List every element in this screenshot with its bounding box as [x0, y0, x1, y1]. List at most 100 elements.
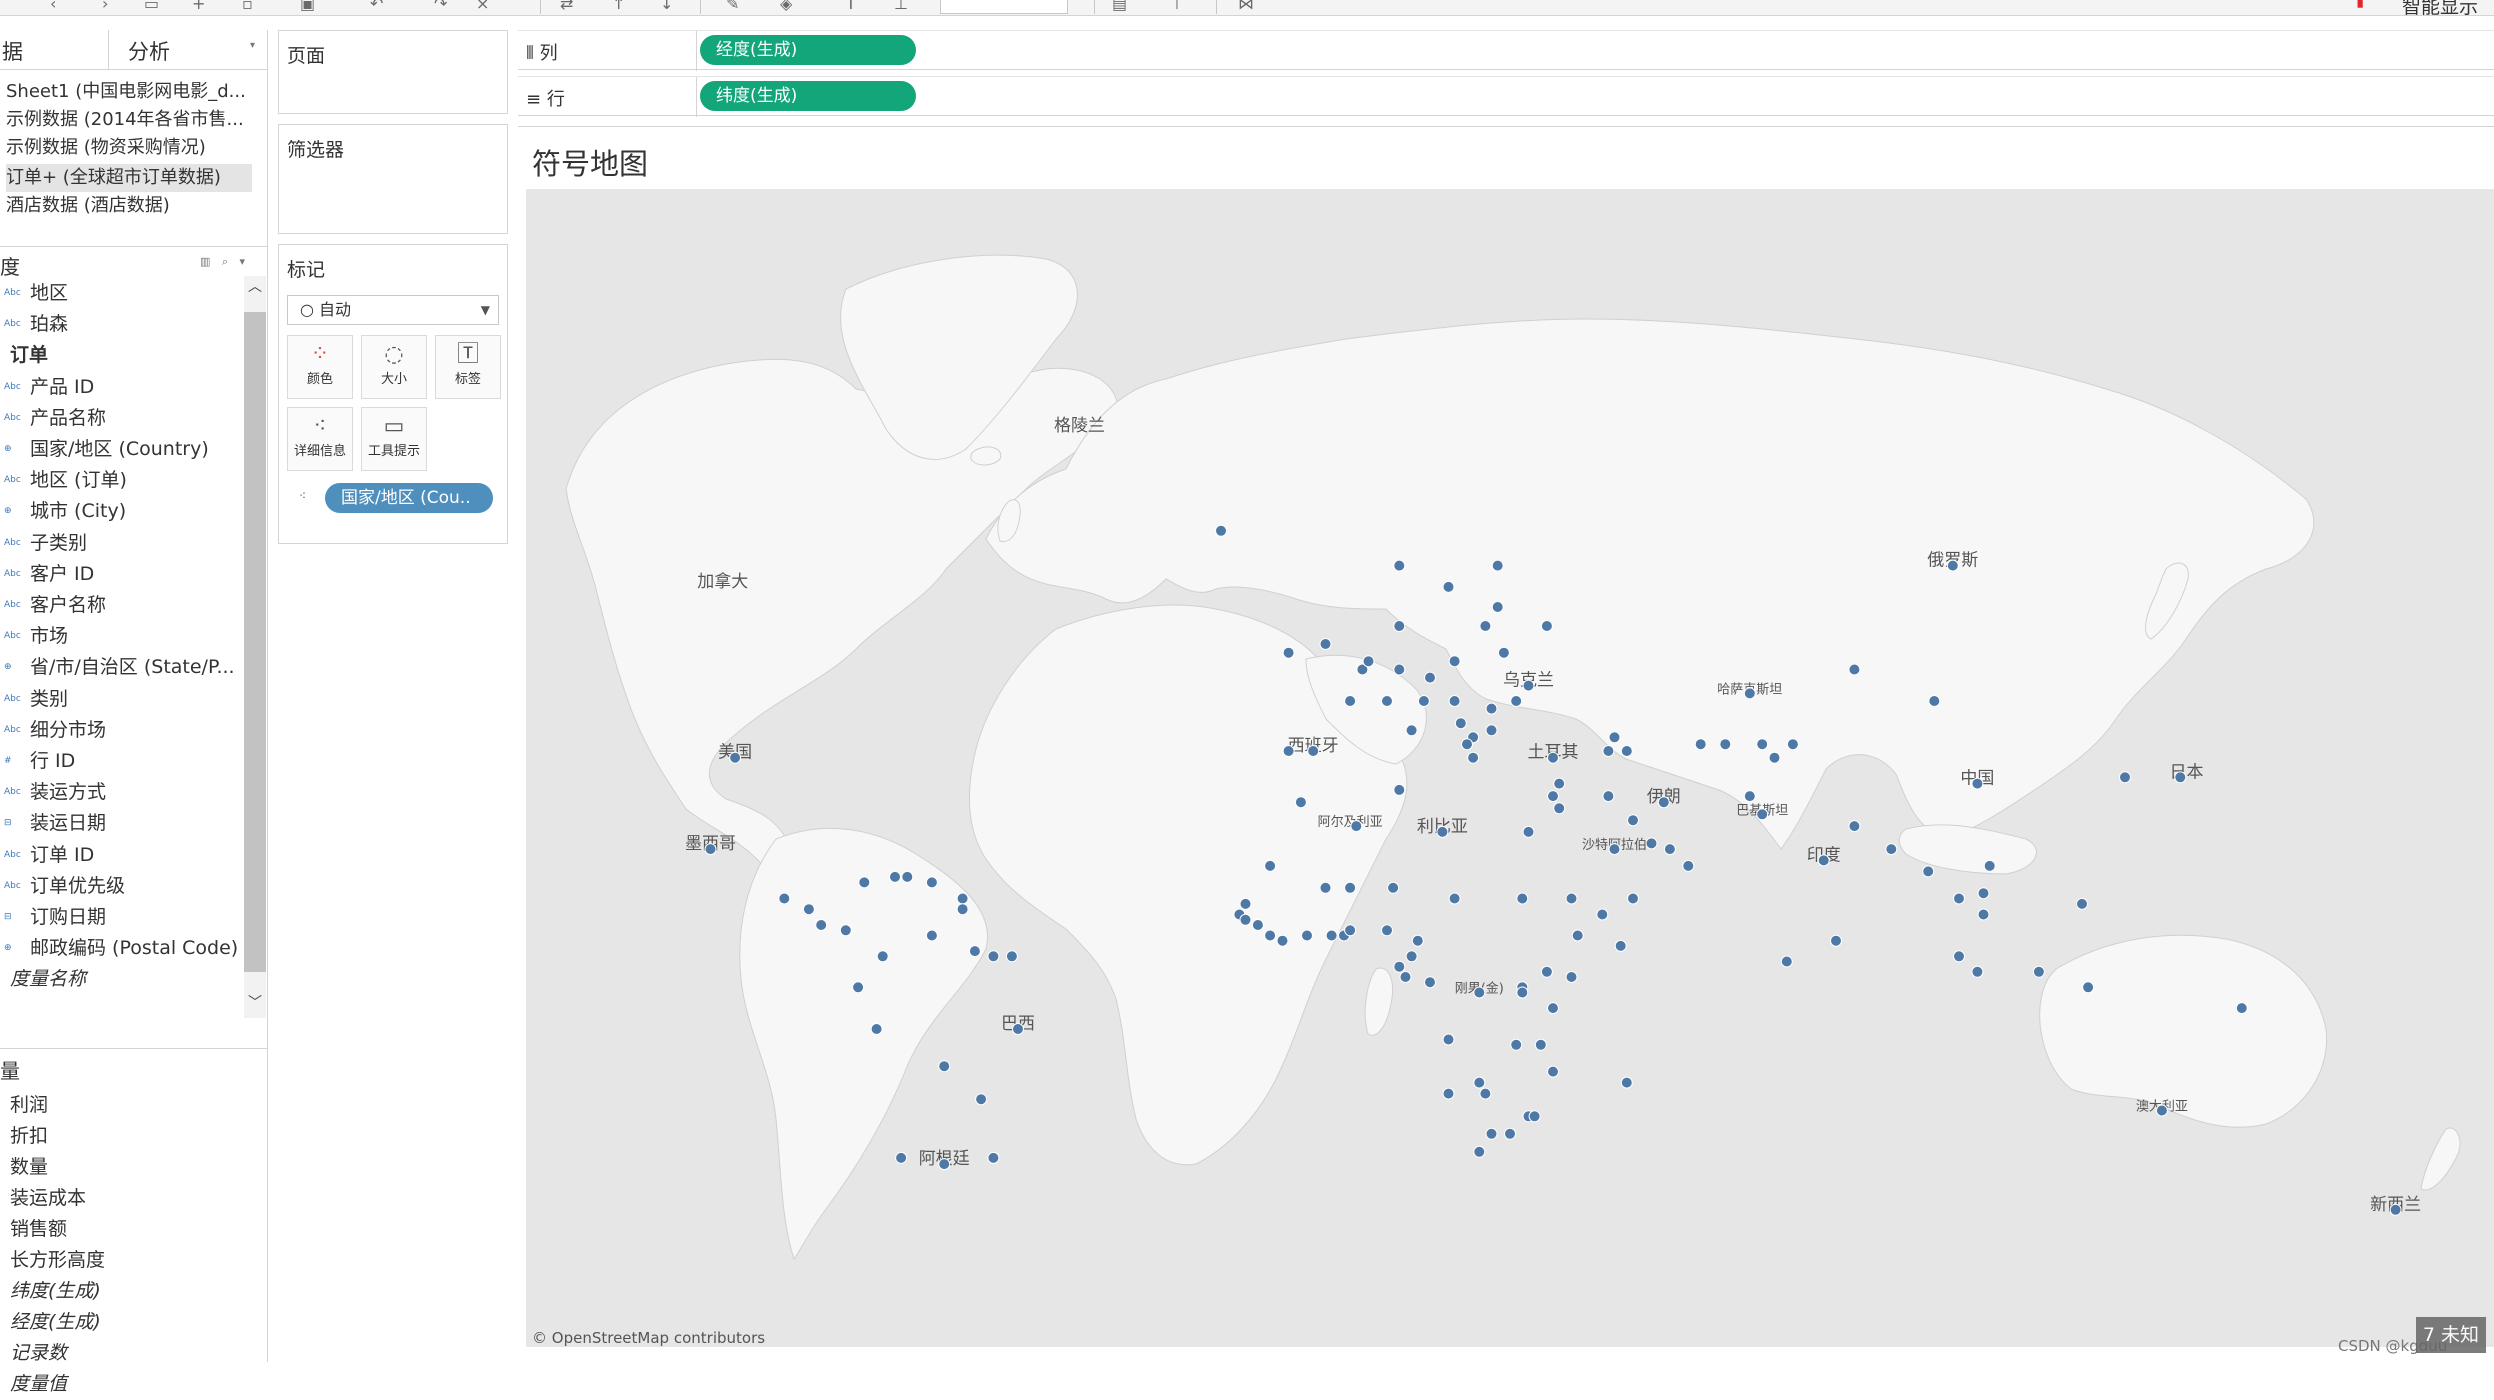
country-mark[interactable]	[1547, 1065, 1559, 1078]
country-mark[interactable]	[901, 870, 914, 883]
country-mark[interactable]	[729, 751, 742, 764]
country-mark[interactable]	[1282, 646, 1295, 659]
latitude-pill[interactable]: 纬度(生成)	[700, 81, 916, 111]
country-mark[interactable]	[1294, 796, 1307, 809]
country-mark[interactable]	[1325, 929, 1338, 942]
country-mark[interactable]	[1534, 1038, 1547, 1051]
dimensions-scrollbar[interactable]: ︿ ﹀	[244, 276, 266, 1018]
country-mark[interactable]	[1719, 738, 1732, 751]
country-mark[interactable]	[1485, 724, 1498, 737]
country-mark[interactable]	[1381, 695, 1393, 707]
country-mark[interactable]	[1497, 646, 1510, 659]
country-mark[interactable]	[987, 1151, 1000, 1164]
country-mark[interactable]	[1362, 655, 1375, 668]
dimension-field[interactable]: Abc 细分市场	[0, 715, 240, 746]
country-mark[interactable]	[1399, 971, 1412, 983]
measure-field[interactable]: 销售额	[10, 1214, 67, 1245]
save-icon[interactable]: ▭	[144, 0, 159, 13]
redo-icon[interactable]: ↷	[434, 0, 447, 13]
country-mark[interactable]	[1663, 843, 1676, 856]
country-mark[interactable]	[2174, 771, 2187, 784]
measure-field[interactable]: 折扣	[10, 1121, 48, 1152]
country-mark[interactable]	[2032, 965, 2045, 978]
country-mark[interactable]	[1350, 820, 1363, 833]
country-mark[interactable]	[956, 892, 969, 905]
country-mark[interactable]	[1393, 960, 1406, 973]
pane-menu-icon[interactable]: ▾	[250, 40, 255, 51]
filters-card[interactable]: 筛选器	[278, 124, 508, 234]
country-mark[interactable]	[1971, 777, 1984, 790]
dimension-field[interactable]: ⊟ 订购日期	[0, 902, 240, 933]
country-mark[interactable]	[1983, 859, 1996, 872]
show-me-button[interactable]: 智能显示	[2402, 0, 2478, 15]
country-mark[interactable]	[1491, 559, 1504, 572]
country-mark[interactable]	[1547, 751, 1559, 764]
datasource-item-selected[interactable]: 订单+ (全球超市订单数据)	[6, 164, 252, 192]
country-mark[interactable]	[778, 892, 791, 905]
sort-desc-icon[interactable]: ↓	[660, 0, 673, 13]
country-detail-pill[interactable]: 国家/地区 (Cou..	[325, 483, 493, 513]
device-preview-icon[interactable]: ⊤	[1170, 0, 1184, 13]
country-mark[interactable]	[1344, 924, 1357, 937]
country-mark[interactable]	[975, 1093, 988, 1106]
dimension-field[interactable]: Abc 订单 ID	[0, 840, 240, 871]
dimension-field[interactable]: Abc 产品 ID	[0, 372, 240, 403]
datasource-item[interactable]: Sheet1 (中国电影网电影_d...	[6, 78, 252, 106]
country-mark[interactable]	[1393, 783, 1406, 796]
swap-icon[interactable]: ⇄	[560, 0, 573, 13]
country-mark[interactable]	[1424, 976, 1436, 989]
new-sheet-icon[interactable]: ▫	[242, 0, 253, 13]
measure-field[interactable]: 装运成本	[10, 1183, 86, 1214]
measure-field[interactable]: 经度(生成)	[10, 1307, 101, 1338]
country-mark[interactable]	[968, 945, 981, 958]
country-mark[interactable]	[1817, 854, 1830, 867]
group-icon[interactable]: ◈	[780, 0, 792, 13]
chevron-up-icon[interactable]: ︿	[248, 276, 262, 296]
dimension-field[interactable]: ⊕ 邮政编码 (Postal Code)	[0, 933, 240, 964]
country-mark[interactable]	[1516, 986, 1529, 999]
measure-field[interactable]: 数量	[10, 1152, 48, 1183]
country-mark[interactable]	[1608, 731, 1621, 744]
country-mark[interactable]	[1479, 1087, 1492, 1100]
dimension-folder[interactable]: 订单	[0, 340, 240, 371]
country-mark[interactable]	[802, 903, 815, 916]
forward-icon[interactable]: ›	[102, 0, 108, 13]
country-mark[interactable]	[2076, 897, 2088, 910]
country-mark[interactable]	[1344, 695, 1357, 707]
country-mark[interactable]	[1461, 738, 1473, 751]
country-mark[interactable]	[2082, 981, 2095, 994]
tab-data[interactable]: 据	[2, 36, 23, 66]
country-mark[interactable]	[1215, 524, 1227, 537]
country-mark[interactable]	[895, 1151, 908, 1164]
dimension-field[interactable]: Abc 地区 (订单)	[0, 465, 240, 496]
country-mark[interactable]	[1602, 790, 1615, 803]
dimension-field[interactable]: # 行 ID	[0, 746, 240, 777]
country-mark[interactable]	[1473, 1076, 1486, 1089]
country-mark[interactable]	[1405, 724, 1418, 737]
country-mark[interactable]	[1565, 971, 1578, 983]
country-mark[interactable]	[858, 876, 871, 889]
country-mark[interactable]	[889, 870, 901, 883]
country-mark[interactable]	[1602, 745, 1615, 757]
country-mark[interactable]	[1756, 738, 1769, 751]
dimension-field[interactable]: Abc 子类别	[0, 528, 240, 559]
country-mark[interactable]	[876, 950, 889, 963]
country-mark[interactable]	[1547, 790, 1559, 803]
color-button[interactable]: ⁘ 颜色	[287, 335, 353, 399]
country-mark[interactable]	[2119, 771, 2131, 784]
country-mark[interactable]	[1393, 559, 1406, 572]
country-mark[interactable]	[1657, 796, 1670, 809]
country-mark[interactable]	[1627, 892, 1639, 905]
country-mark[interactable]	[704, 843, 717, 856]
country-mark[interactable]	[925, 876, 938, 889]
country-mark[interactable]	[1411, 934, 1424, 947]
country-mark[interactable]	[938, 1060, 951, 1073]
country-mark[interactable]	[1571, 929, 1584, 942]
country-mark[interactable]	[1756, 808, 1769, 821]
sort-asc-icon[interactable]: ↑	[612, 0, 625, 13]
size-button[interactable]: ◌ 大小	[361, 335, 427, 399]
country-mark[interactable]	[1645, 837, 1658, 850]
clear-icon[interactable]: ▣	[300, 0, 315, 13]
country-mark[interactable]	[1565, 892, 1578, 905]
country-mark[interactable]	[1387, 881, 1400, 894]
